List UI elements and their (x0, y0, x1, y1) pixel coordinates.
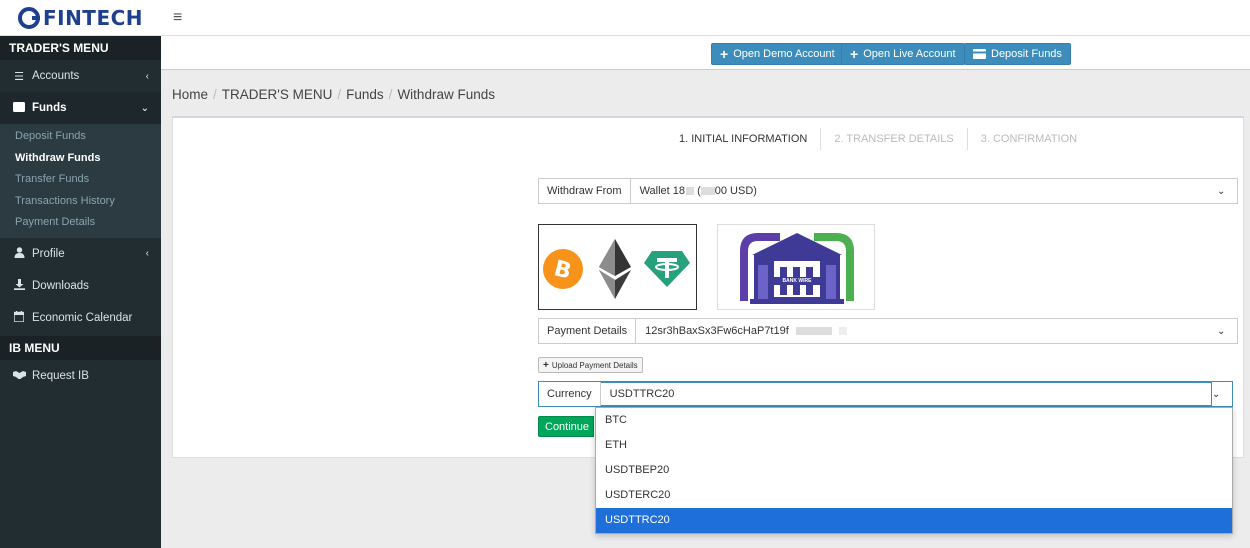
sidebar: TRADER'S MENU ☰ Accounts ‹ Funds ⌄ Depos… (0, 36, 161, 548)
logo-text: FINTECH (42, 5, 144, 30)
wizard-steps: 1. INITIAL INFORMATION 2. TRANSFER DETAI… (676, 128, 1090, 150)
chevron-left-icon: ‹ (145, 248, 149, 259)
credit-card-icon (973, 46, 986, 62)
logo-g-icon (17, 6, 40, 29)
submenu-deposit-funds[interactable]: Deposit Funds (0, 126, 161, 148)
hamburger-menu-icon[interactable]: ≡ (173, 9, 182, 27)
breadcrumb-separator: / (213, 87, 217, 102)
upload-payment-details-button[interactable]: + Upload Payment Details (538, 357, 643, 373)
user-icon (12, 246, 26, 261)
wallet-address: 12sr3hBaxSx3Fw6cHaP7t19f (645, 325, 789, 337)
breadcrumb-separator: / (337, 87, 342, 102)
sidebar-item-label: Profile (32, 247, 65, 260)
calendar-icon (12, 310, 26, 325)
continue-button[interactable]: Continue (538, 416, 594, 437)
crypto-payment-card[interactable]: B (538, 224, 697, 310)
redacted-text (838, 327, 847, 336)
open-live-label: Open Live Account (863, 48, 956, 60)
brand-logo[interactable]: FINTECH (0, 0, 161, 36)
sidebar-item-label: Funds (32, 102, 67, 114)
submenu-transfer-funds[interactable]: Transfer Funds (0, 169, 161, 191)
currency-label: Currency (539, 382, 601, 406)
currency-option-btc[interactable]: BTC (596, 408, 1232, 433)
withdraw-from-select[interactable]: Withdraw From Wallet 18 (00 USD) ⌄ (538, 178, 1238, 204)
deposit-funds-button[interactable]: Deposit Funds (964, 43, 1071, 65)
chevron-down-icon: ⌄ (1217, 325, 1226, 337)
chevron-down-icon: ⌄ (1212, 388, 1221, 400)
bank-wire-payment-card[interactable]: BANK WIRE (717, 224, 875, 310)
breadcrumb-home[interactable]: Home (172, 87, 208, 102)
redacted-text (700, 187, 715, 196)
list-icon: ☰ (14, 70, 24, 83)
submenu-payment-details[interactable]: Payment Details (0, 212, 161, 234)
deposit-funds-label: Deposit Funds (991, 48, 1062, 60)
sidebar-item-label: Accounts (32, 70, 80, 82)
withdraw-from-label: Withdraw From (539, 179, 631, 203)
sidebar-item-economic-calendar[interactable]: Economic Calendar (0, 302, 161, 334)
plus-icon: + (543, 359, 549, 371)
crypto-logos-icon: B (543, 239, 690, 299)
sidebar-item-accounts[interactable]: ☰ Accounts ‹ (0, 60, 161, 92)
open-demo-account-button[interactable]: + Open Demo Account (711, 43, 844, 65)
payment-details-select[interactable]: Payment Details 12sr3hBaxSx3Fw6cHaP7t19f… (538, 318, 1238, 344)
breadcrumb-funds[interactable]: Funds (346, 87, 384, 102)
sidebar-item-request-ib[interactable]: Request IB (0, 360, 161, 392)
action-bar: + Open Demo Account + Open Live Account … (161, 36, 1250, 70)
redacted-text (795, 327, 832, 336)
bank-icon (740, 233, 854, 304)
wallet-balance: 00 USD) (714, 185, 757, 197)
plus-icon: + (720, 46, 729, 62)
chevron-left-icon: ‹ (145, 70, 149, 82)
currency-option-usdterc20[interactable]: USDTERC20 (596, 483, 1232, 508)
step-transfer-details: 2. TRANSFER DETAILS (820, 128, 966, 150)
sidebar-item-profile[interactable]: Profile ‹ (0, 238, 161, 270)
submenu-withdraw-funds[interactable]: Withdraw Funds (0, 148, 161, 170)
funds-submenu: Deposit Funds Withdraw Funds Transfer Fu… (0, 124, 161, 238)
currency-dropdown-list: BTC ETH USDTBEP20 USDTERC20 USDTTRC20 (595, 407, 1233, 534)
chevron-down-icon: ⌄ (1217, 185, 1226, 197)
download-icon (12, 278, 26, 293)
sidebar-item-downloads[interactable]: Downloads (0, 270, 161, 302)
breadcrumb-separator: / (388, 87, 393, 102)
currency-option-usdttrc20[interactable]: USDTTRC20 (596, 508, 1232, 533)
breadcrumb: Home / TRADER'S MENU / Funds / Withdraw Funds (172, 87, 495, 102)
currency-value: USDTTRC20 (600, 382, 1212, 406)
step-initial-information: 1. INITIAL INFORMATION (679, 133, 808, 145)
wallet-name: Wallet 18 (639, 185, 686, 197)
currency-option-usdtbep20[interactable]: USDTBEP20 (596, 458, 1232, 483)
currency-option-eth[interactable]: ETH (596, 433, 1232, 458)
ib-menu-header: IB MENU (0, 335, 161, 360)
chevron-down-icon: ⌄ (140, 102, 149, 114)
step-confirmation: 3. CONFIRMATION (966, 128, 1090, 150)
breadcrumb-withdraw-funds: Withdraw Funds (397, 87, 495, 102)
payment-details-value: 12sr3hBaxSx3Fw6cHaP7t19f (636, 325, 1217, 337)
payment-details-label: Payment Details (539, 319, 637, 343)
open-live-account-button[interactable]: + Open Live Account (841, 43, 965, 65)
top-bar: ≡ (161, 0, 1250, 36)
upload-label: Upload Payment Details (551, 360, 638, 370)
sidebar-item-label: Economic Calendar (32, 311, 133, 324)
traders-menu-header: TRADER'S MENU (0, 36, 161, 60)
sidebar-item-label: Request IB (32, 369, 89, 382)
sidebar-item-label: Downloads (32, 279, 89, 292)
sidebar-item-funds[interactable]: Funds ⌄ (0, 92, 161, 124)
breadcrumb-traders-menu[interactable]: TRADER'S MENU (222, 87, 333, 102)
open-demo-label: Open Demo Account (733, 48, 835, 60)
wallet-icon (12, 101, 26, 115)
bank-wire-label: BANK WIRE (782, 278, 812, 284)
submenu-transactions-history[interactable]: Transactions History (0, 191, 161, 213)
plus-icon: + (850, 46, 859, 62)
withdraw-from-value: Wallet 18 (00 USD) (631, 185, 1217, 197)
redacted-text (686, 187, 695, 196)
handshake-icon (12, 370, 26, 382)
currency-select[interactable]: Currency USDTTRC20 ⌄ (538, 381, 1233, 407)
